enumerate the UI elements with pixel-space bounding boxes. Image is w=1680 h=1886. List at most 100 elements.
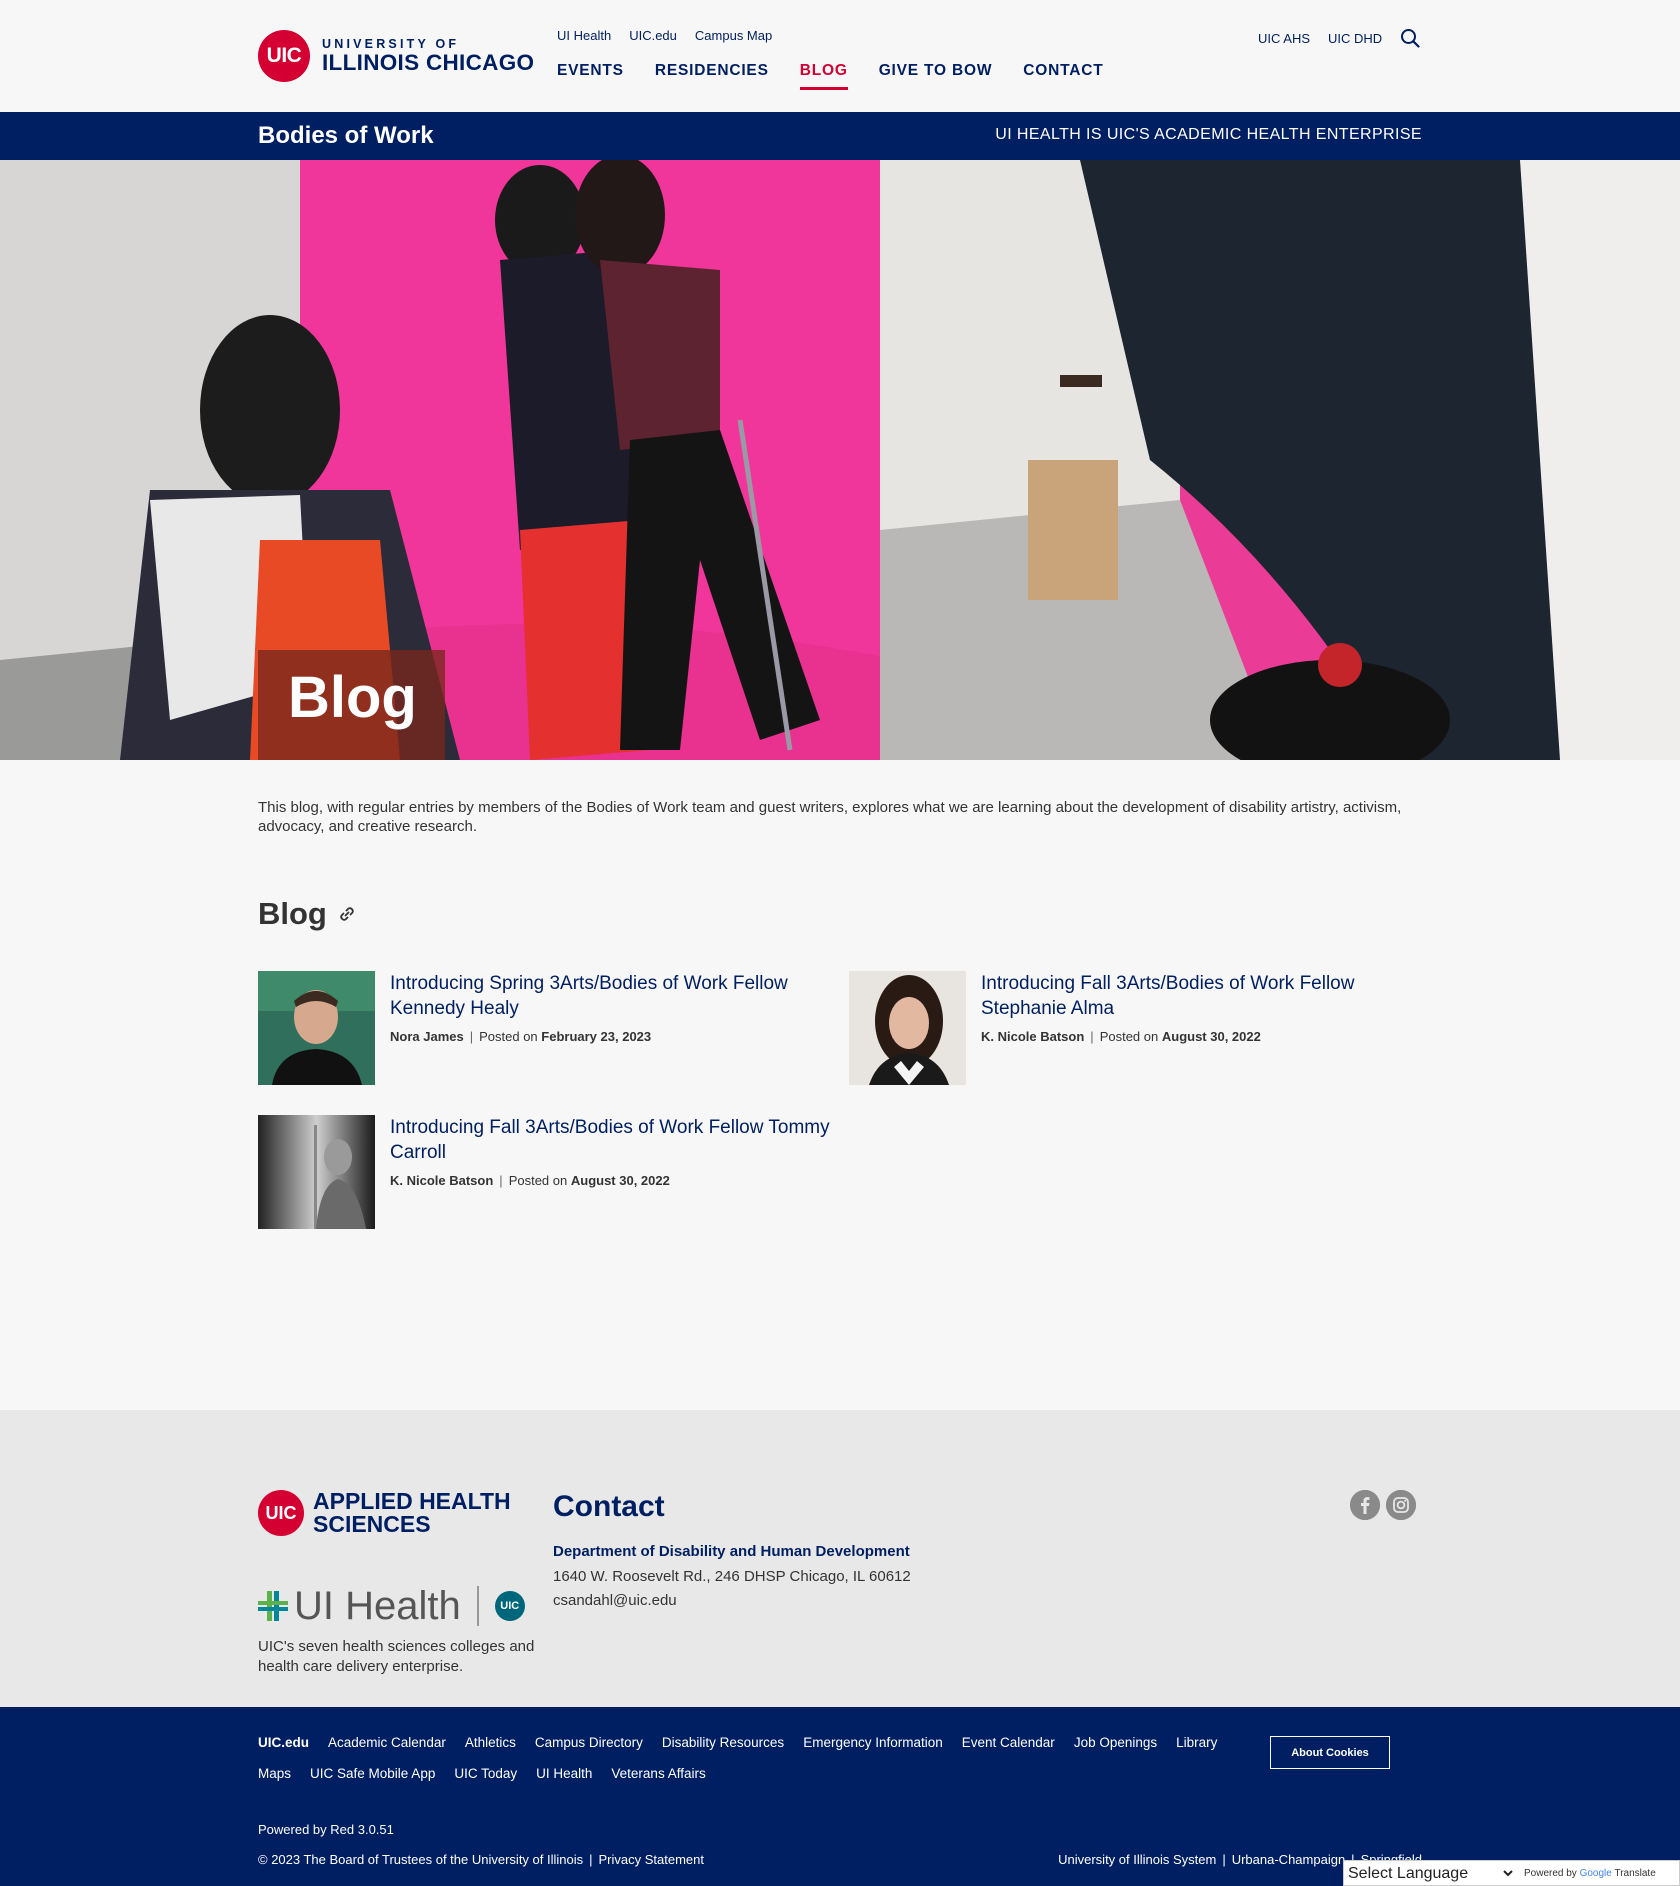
footer-link-emergency-information[interactable]: Emergency Information <box>803 1727 943 1758</box>
powered-by: Powered by Red 3.0.51 <box>258 1822 394 1837</box>
ahs-name-line1: APPLIED HEALTH <box>313 1488 511 1514</box>
footer-link-academic-calendar[interactable]: Academic Calendar <box>328 1727 446 1758</box>
blog-post-item: Introducing Fall 3Arts/Bodies of Work Fe… <box>849 971 1409 1085</box>
footer-link-ui-health[interactable]: UI Health <box>536 1758 592 1789</box>
instagram-icon[interactable] <box>1386 1490 1416 1520</box>
system-link-urbana[interactable]: Urbana-Champaign <box>1232 1852 1345 1867</box>
ui-health-name: UI Health <box>294 1583 461 1628</box>
main-nav: EVENTS RESIDENCIES BLOG GIVE TO BOW CONT… <box>557 62 1135 90</box>
posted-label: Posted on <box>508 1173 568 1188</box>
post-date: February 23, 2023 <box>541 1029 652 1044</box>
blog-post-item: Introducing Fall 3Arts/Bodies of Work Fe… <box>258 1115 838 1229</box>
meta-separator: | <box>499 1173 503 1188</box>
footer-link-job-openings[interactable]: Job Openings <box>1074 1727 1157 1758</box>
nav-give-to-bow[interactable]: GIVE TO BOW <box>879 62 993 86</box>
ui-health-logo[interactable]: UI Health UIC <box>258 1583 525 1628</box>
footer-link-athletics[interactable]: Athletics <box>465 1727 516 1758</box>
footer-link-uic-today[interactable]: UIC Today <box>454 1758 517 1789</box>
post-meta: K. Nicole Batson | Posted on August 30, 20… <box>390 1173 838 1188</box>
contact-email[interactable]: csandahl@uic.edu <box>553 1592 677 1609</box>
google-logo-text: Google <box>1579 1867 1612 1879</box>
language-select[interactable]: Select Language <box>1344 1861 1516 1885</box>
hero-photo <box>0 160 1680 760</box>
global-footer-links: UIC.edu Academic Calendar Athletics Campus … <box>258 1727 1258 1789</box>
nav-contact[interactable]: CONTACT <box>1023 62 1103 86</box>
ahs-logo-badge: UIC <box>258 1490 304 1536</box>
uic-logo-text: UNIVERSITY OF ILLINOIS CHICAGO <box>322 37 534 75</box>
footer-link-disability-resources[interactable]: Disability Resources <box>662 1727 784 1758</box>
link-icon[interactable] <box>337 904 357 924</box>
post-meta: Nora James | Posted on February 23, 2023 <box>390 1029 818 1044</box>
site-footer: UIC APPLIED HEALTH SCIENCES UI Health UI… <box>0 1410 1680 1707</box>
uic-logo[interactable]: UIC UNIVERSITY OF ILLINOIS CHICAGO <box>258 30 534 82</box>
about-cookies-button[interactable]: About Cookies <box>1270 1736 1390 1769</box>
ui-health-cross-icon <box>258 1591 288 1621</box>
nav-events[interactable]: EVENTS <box>557 62 624 86</box>
ui-health-divider <box>476 1586 479 1626</box>
translate-powered-by: Powered by Google Translate <box>1524 1868 1656 1879</box>
utility-link-uic-dhd[interactable]: UIC DHD <box>1328 31 1382 46</box>
site-title[interactable]: Bodies of Work <box>258 122 434 150</box>
system-separator: | <box>1222 1852 1226 1867</box>
post-title-link[interactable]: Introducing Spring 3Arts/Bodies of Work … <box>390 973 788 1019</box>
nav-residencies[interactable]: RESIDENCIES <box>655 62 769 86</box>
post-thumbnail[interactable] <box>258 971 375 1085</box>
contact-address: 1640 W. Roosevelt Rd., 246 DHSP Chicago,… <box>553 1568 911 1585</box>
site-tagline: UI HEALTH IS UIC'S ACADEMIC HEALTH ENTER… <box>995 126 1422 143</box>
blog-heading-text: Blog <box>258 896 327 931</box>
site-header: UIC UNIVERSITY OF ILLINOIS CHICAGO UI He… <box>0 0 1680 112</box>
blog-post-item: Introducing Spring 3Arts/Bodies of Work … <box>258 971 818 1085</box>
site-title-bar: Bodies of Work UI HEALTH IS UIC'S ACADEM… <box>0 112 1680 160</box>
social-links <box>1350 1490 1416 1520</box>
utility-nav: UI Health UIC.edu Campus Map <box>557 28 772 43</box>
post-thumbnail[interactable] <box>258 1115 375 1229</box>
ahs-name-line2: SCIENCES <box>313 1511 431 1537</box>
nav-blog[interactable]: BLOG <box>799 62 848 90</box>
privacy-statement-link[interactable]: Privacy Statement <box>599 1852 705 1867</box>
utility-link-campus-map[interactable]: Campus Map <box>695 28 772 43</box>
footer-link-safe-mobile-app[interactable]: UIC Safe Mobile App <box>310 1758 435 1789</box>
posted-label: Posted on <box>1099 1029 1159 1044</box>
intro-text: This blog, with regular entries by membe… <box>258 799 1402 835</box>
utility-link-ui-health[interactable]: UI Health <box>557 28 611 43</box>
blog-heading: Blog <box>258 896 357 932</box>
post-date: August 30, 2022 <box>570 1173 670 1188</box>
google-translate-widget: Select Language Powered by Google Transl… <box>1343 1860 1680 1886</box>
meta-separator: | <box>469 1029 474 1044</box>
hero-banner: Blog <box>0 160 1680 760</box>
post-date: August 30, 2022 <box>1161 1029 1261 1044</box>
utility-nav-right: UIC AHS UIC DHD <box>1258 28 1420 48</box>
post-title-link[interactable]: Introducing Fall 3Arts/Bodies of Work Fe… <box>390 1117 830 1163</box>
post-author: K. Nicole Batson <box>981 1029 1085 1044</box>
utility-link-uic-ahs[interactable]: UIC AHS <box>1258 31 1310 46</box>
uic-logo-badge: UIC <box>258 30 310 82</box>
ahs-logo[interactable]: UIC APPLIED HEALTH SCIENCES <box>258 1490 511 1536</box>
search-icon[interactable] <box>1400 28 1420 48</box>
hero-page-title: Blog <box>258 650 445 760</box>
footer-link-campus-directory[interactable]: Campus Directory <box>535 1727 643 1758</box>
ahs-logo-text: APPLIED HEALTH SCIENCES <box>313 1490 511 1536</box>
meta-separator: | <box>1090 1029 1094 1044</box>
system-link-uis[interactable]: University of Illinois System <box>1058 1852 1216 1867</box>
footer-link-uic-edu[interactable]: UIC.edu <box>258 1727 309 1758</box>
post-author: Nora James <box>390 1029 464 1044</box>
footer-link-veterans-affairs[interactable]: Veterans Affairs <box>611 1758 705 1789</box>
utility-link-uic-edu[interactable]: UIC.edu <box>629 28 677 43</box>
facebook-icon[interactable] <box>1350 1490 1380 1520</box>
footer-link-event-calendar[interactable]: Event Calendar <box>962 1727 1055 1758</box>
post-thumbnail[interactable] <box>849 971 966 1085</box>
logo-line2: ILLINOIS CHICAGO <box>322 50 535 75</box>
posted-label: Posted on <box>479 1029 538 1044</box>
post-title-link[interactable]: Introducing Fall 3Arts/Bodies of Work Fe… <box>981 973 1354 1019</box>
contact-heading: Contact <box>553 1490 665 1523</box>
copyright: © 2023 The Board of Trustees of the Univ… <box>258 1852 704 1867</box>
ui-health-description: UIC's seven health sciences colleges and… <box>258 1638 535 1675</box>
copyright-separator: | <box>589 1852 593 1867</box>
post-body: Introducing Fall 3Arts/Bodies of Work Fe… <box>390 1115 838 1229</box>
post-body: Introducing Fall 3Arts/Bodies of Work Fe… <box>981 971 1409 1085</box>
department-link[interactable]: Department of Disability and Human Devel… <box>553 1543 910 1560</box>
copyright-text: © 2023 The Board of Trustees of the Univ… <box>258 1852 584 1867</box>
ui-health-uic-badge: UIC <box>494 1591 525 1621</box>
footer-link-library[interactable]: Library <box>1176 1727 1217 1758</box>
footer-link-maps[interactable]: Maps <box>258 1758 291 1789</box>
